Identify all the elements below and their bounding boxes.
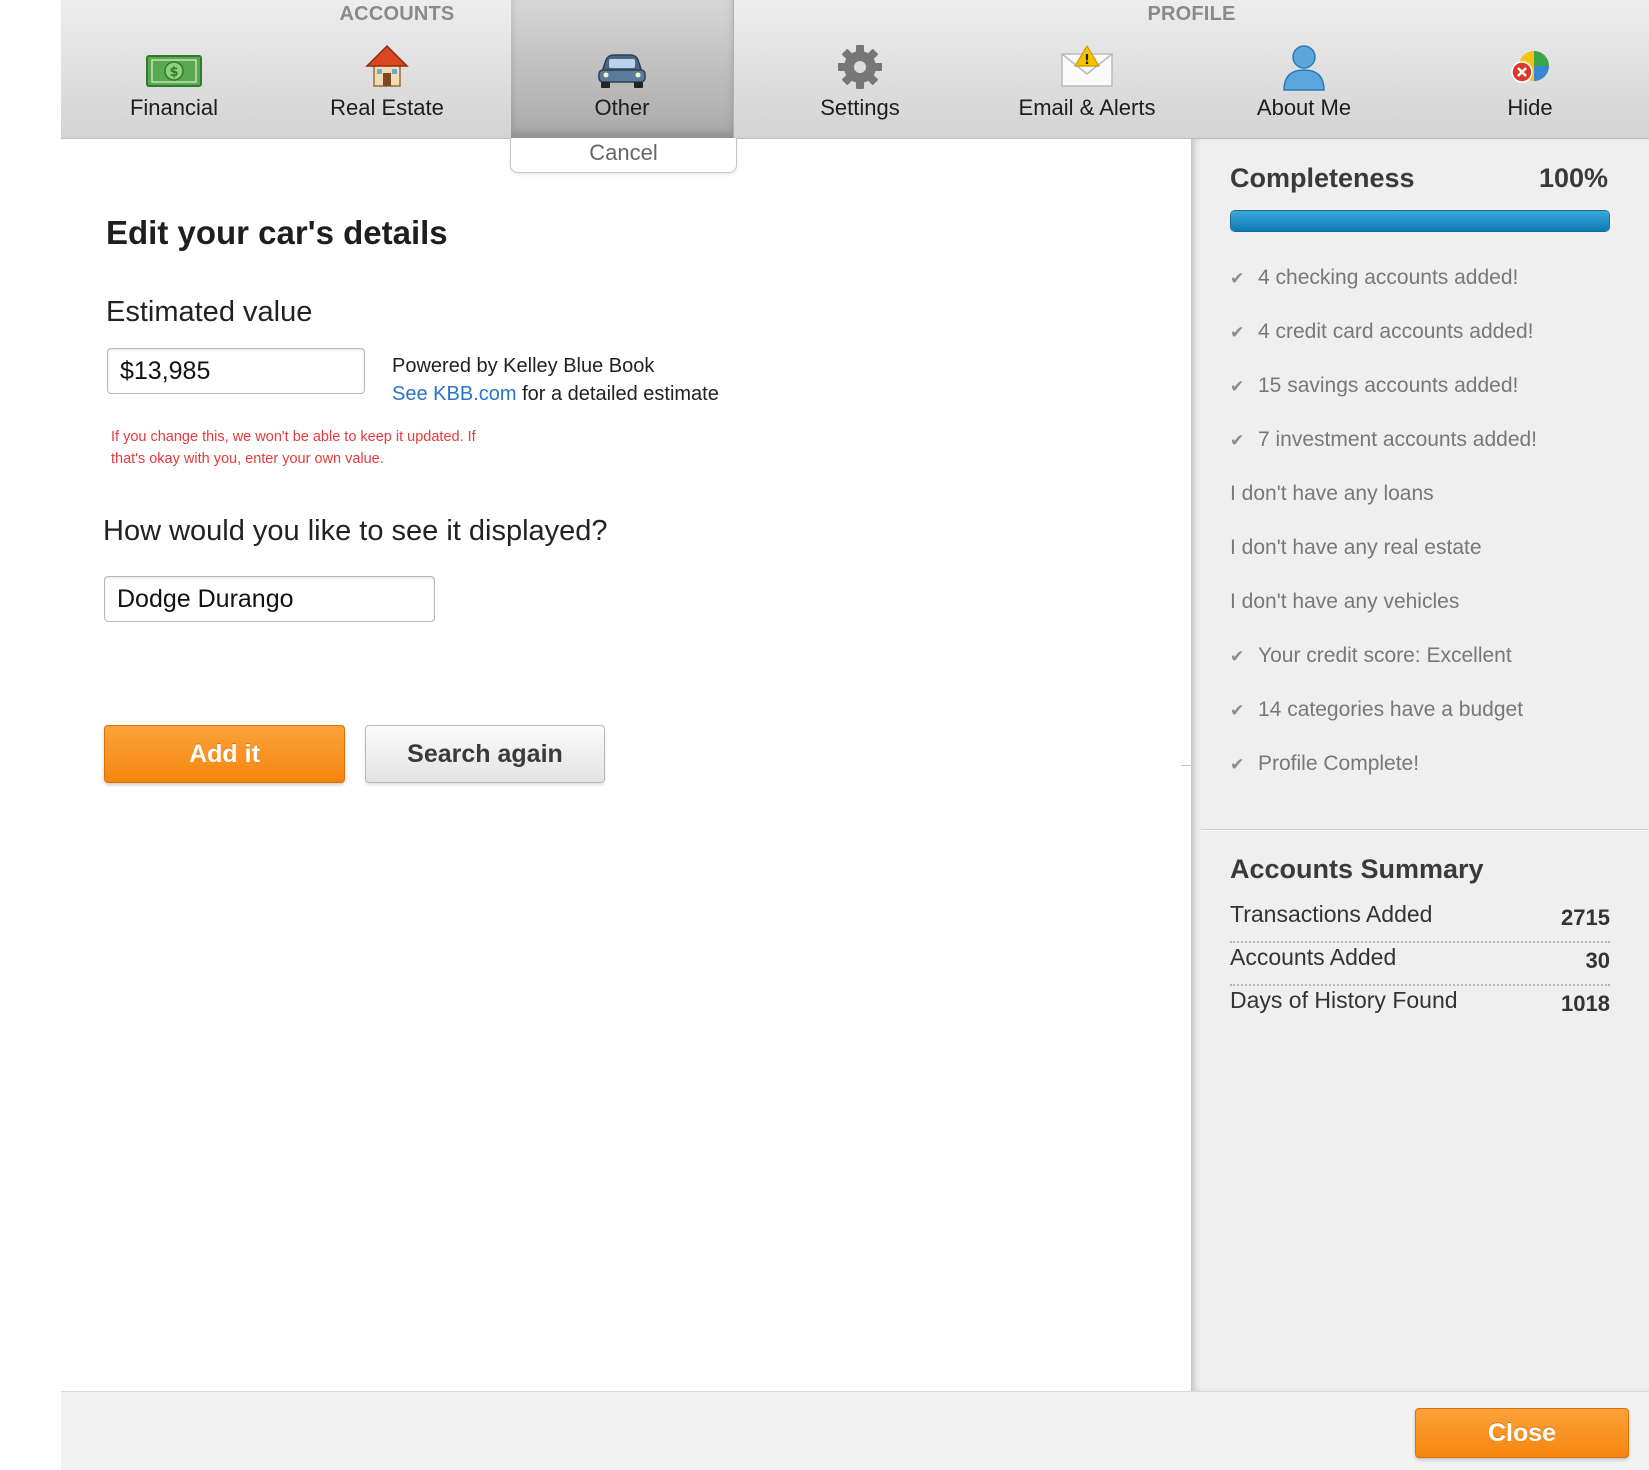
nav-item-about-me[interactable]: About Me [1191, 0, 1417, 138]
nav-label-other: Other [594, 95, 650, 120]
nav-item-real-estate[interactable]: Real Estate [274, 0, 500, 138]
nav-item-other[interactable]: Other [511, 0, 733, 138]
checkmark-icon: ✔ [1230, 323, 1245, 342]
completeness-percent: 100% [1538, 163, 1608, 193]
nav-item-settings[interactable]: Settings [747, 0, 973, 138]
gear-icon [838, 45, 882, 89]
checkmark-icon: ✔ [1230, 269, 1245, 288]
checklist-item: ✔ 14 categories have a budget [1230, 683, 1630, 737]
checklist-item: I don't have any vehicles [1230, 575, 1630, 629]
progress-fill [1231, 211, 1609, 231]
display-name-input[interactable] [104, 576, 435, 622]
summary-row-transactions: Transactions Added 2715 [1230, 899, 1610, 943]
nav-item-hide[interactable]: Hide [1417, 0, 1643, 138]
checklist-item: ✔ 4 checking accounts added! [1230, 251, 1630, 305]
completeness-heading: Completeness [1230, 163, 1415, 193]
checklist-item: ✔ 7 investment accounts added! [1230, 413, 1630, 467]
summary-value: 1018 [1561, 991, 1610, 1016]
kbb-powered-text: Powered by Kelley Blue Book [392, 355, 655, 377]
group-divider [733, 0, 734, 138]
checklist-item-text: Profile Complete! [1258, 752, 1420, 775]
nav-label-email-alerts: Email & Alerts [1018, 95, 1156, 120]
checkmark-icon: ✔ [1230, 701, 1245, 720]
checklist-item-text: 7 investment accounts added! [1258, 428, 1538, 451]
checklist-item-text: I don't have any vehicles [1230, 590, 1460, 613]
page-title: Edit your car's details [106, 214, 448, 251]
car-icon [598, 54, 646, 88]
hide-icon [1511, 51, 1549, 83]
completeness-progress-bar [1230, 210, 1610, 232]
checklist-item-text: 4 checking accounts added! [1258, 266, 1519, 289]
checklist-item-text: I don't have any loans [1230, 482, 1434, 505]
summary-label: Accounts Added [1230, 944, 1397, 970]
add-it-button[interactable]: Add it [104, 725, 345, 783]
nav-label-financial: Financial [129, 95, 219, 120]
top-nav: ACCOUNTS PROFILE $ Financial Real Estate [61, 0, 1649, 139]
checklist-item: ✔ 4 credit card accounts added! [1230, 305, 1630, 359]
house-icon [365, 44, 409, 87]
summary-row-accounts: Accounts Added 30 [1230, 942, 1610, 986]
checklist-item: I don't have any real estate [1230, 521, 1630, 575]
app-window: ACCOUNTS PROFILE $ Financial Real Estate [61, 0, 1649, 1470]
nav-item-financial[interactable]: $ Financial [61, 0, 287, 138]
summary-value: 2715 [1561, 905, 1610, 930]
summary-row-history: Days of History Found 1018 [1230, 985, 1610, 1027]
checklist-item-text: 14 categories have a budget [1258, 698, 1524, 721]
checkmark-icon: ✔ [1230, 431, 1245, 450]
display-name-label: How would you like to see it displayed? [103, 515, 608, 547]
kbb-link[interactable]: See KBB.com [392, 383, 517, 405]
checkmark-icon: ✔ [1230, 377, 1245, 396]
estimated-value-input[interactable] [107, 348, 365, 394]
checklist-item: ✔ Your credit score: Excellent [1230, 629, 1630, 683]
svg-text:$: $ [169, 65, 178, 80]
estimated-value-label: Estimated value [106, 296, 313, 328]
accounts-summary-heading: Accounts Summary [1230, 854, 1484, 884]
checklist-item-text: 15 savings accounts added! [1258, 374, 1519, 397]
completeness-sidebar: Completeness 100% ✔ 4 checking accounts a… [1191, 139, 1649, 1391]
checklist-item: ✔ 15 savings accounts added! [1230, 359, 1630, 413]
search-again-button[interactable]: Search again [365, 725, 605, 783]
nav-label-about-me: About Me [1256, 95, 1352, 120]
nav-item-email-alerts[interactable]: ! Email & Alerts [974, 0, 1200, 138]
sidebar-divider [1201, 829, 1649, 830]
nav-label-settings: Settings [820, 95, 900, 120]
person-icon [1283, 45, 1325, 91]
completeness-checklist: ✔ 4 checking accounts added! ✔ 4 credit car… [1230, 251, 1630, 791]
summary-label: Days of History Found [1230, 987, 1458, 1013]
checklist-item: ✔ Profile Complete! [1230, 737, 1630, 791]
envelope-alert-icon: ! [1061, 44, 1113, 87]
nav-label-real-estate: Real Estate [330, 95, 444, 120]
kbb-estimate-line: See KBB.com for a detailed estimate [392, 380, 719, 408]
value-warning-text: If you change this, we won't be able to … [111, 429, 476, 467]
checkmark-icon: ✔ [1230, 755, 1245, 774]
svg-text:!: ! [1084, 53, 1090, 68]
money-icon: $ [146, 55, 202, 87]
close-button[interactable]: Close [1415, 1408, 1629, 1458]
kbb-info: Powered by Kelley Blue Book See KBB.com … [392, 352, 719, 408]
nav-label-hide: Hide [1507, 95, 1553, 120]
checklist-item: I don't have any loans [1230, 467, 1630, 521]
checklist-item-text: 4 credit card accounts added! [1258, 320, 1534, 343]
checklist-item-text: I don't have any real estate [1230, 536, 1482, 559]
footer-bar: Close [61, 1391, 1649, 1470]
edit-car-form: Edit your car's details Estimated value … [61, 139, 1191, 1391]
summary-value: 30 [1585, 948, 1610, 973]
checkmark-icon: ✔ [1230, 647, 1245, 666]
kbb-link-suffix: for a detailed estimate [516, 383, 719, 405]
checklist-item-text: Your credit score: Excellent [1258, 644, 1512, 667]
summary-label: Transactions Added [1230, 901, 1433, 927]
